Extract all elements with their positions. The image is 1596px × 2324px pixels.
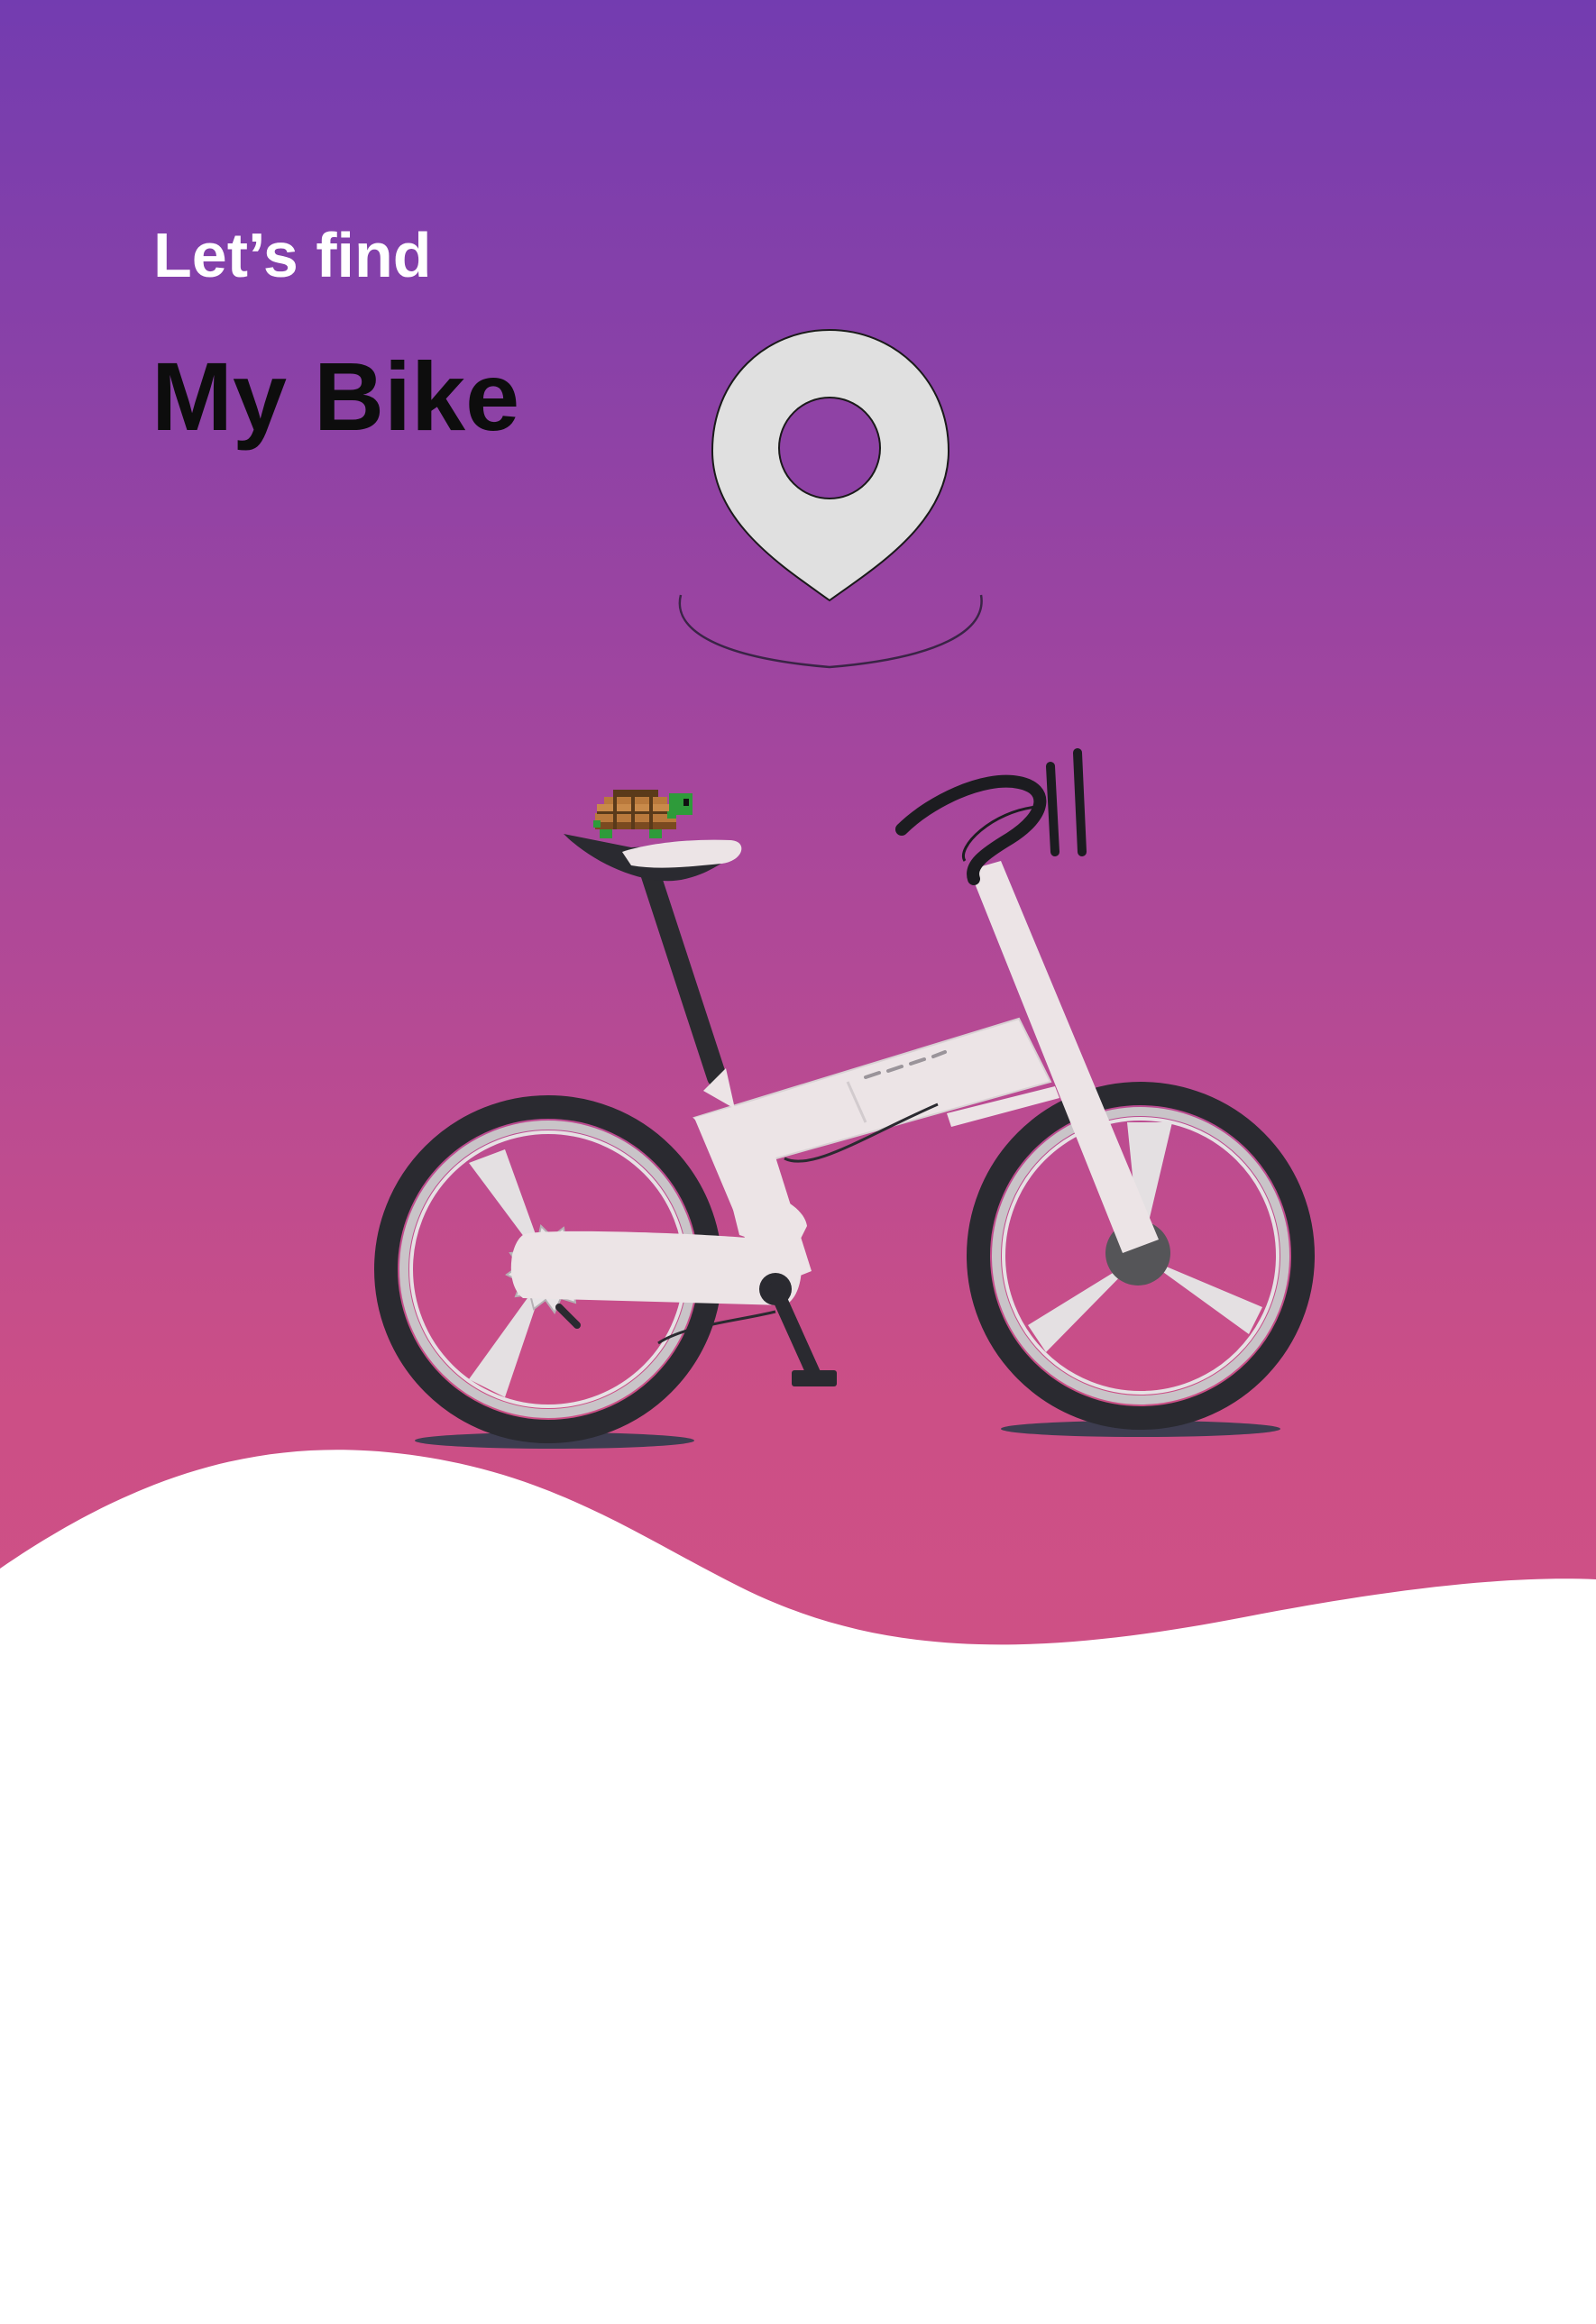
turtle-icon [593,790,693,838]
splash-screen: Let’s find My Bike [0,0,1596,2324]
